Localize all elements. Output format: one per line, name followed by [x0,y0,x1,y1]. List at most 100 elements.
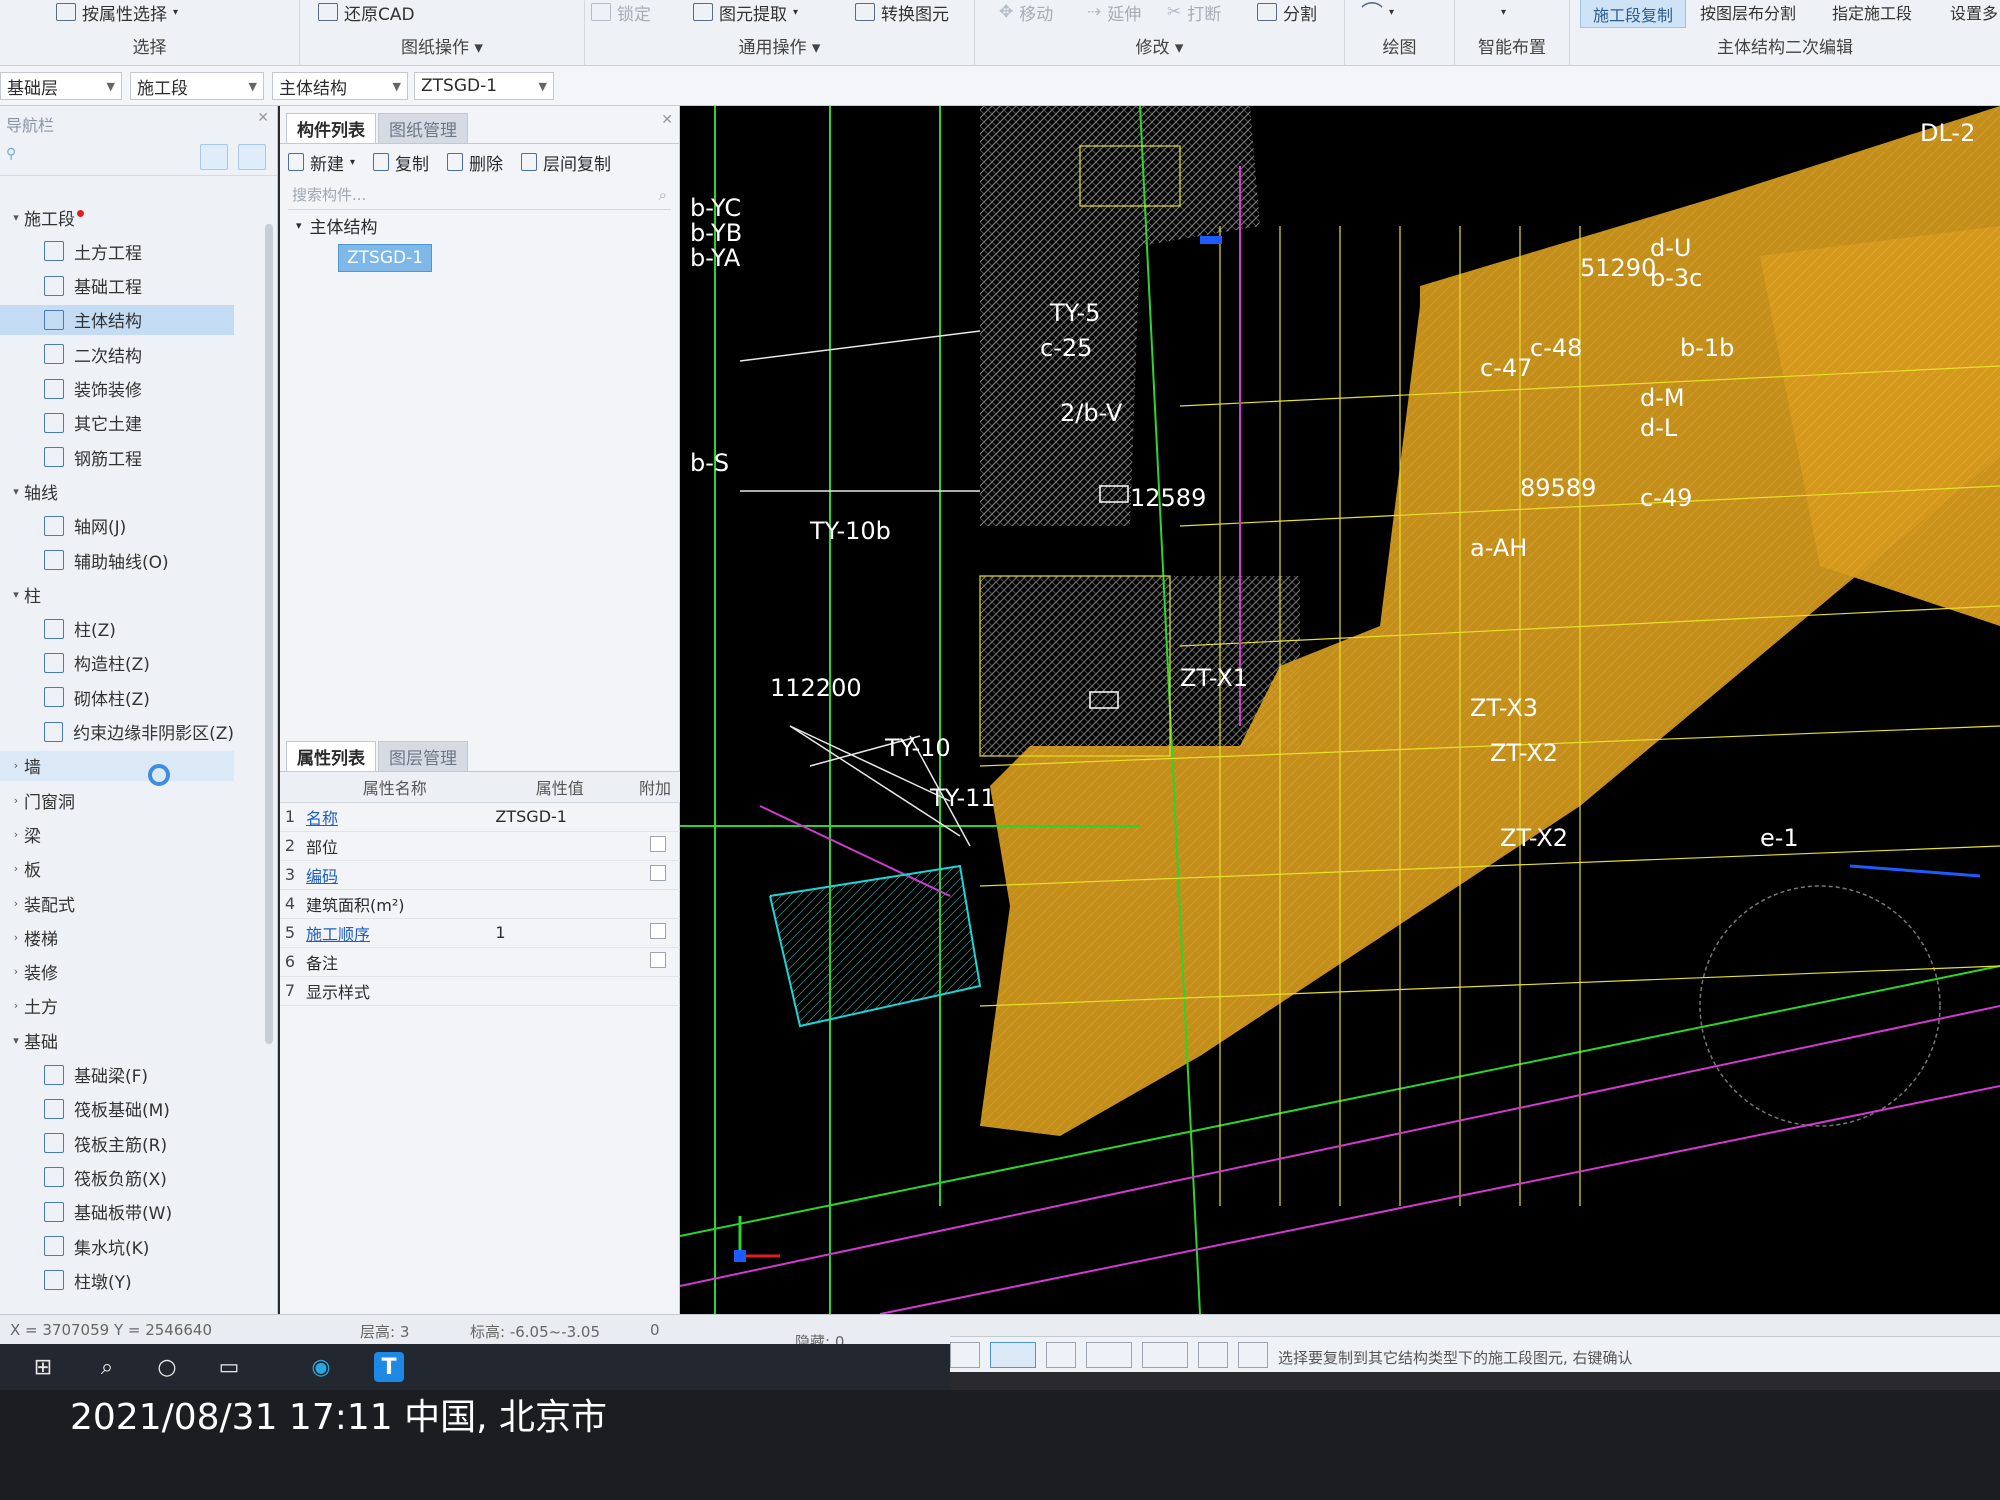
category-select[interactable]: 施工段 ▼ [130,72,264,100]
nav-item[interactable]: 辅助轴线(O) [0,545,234,575]
chevron-right-icon[interactable]: › [8,862,24,875]
nav-item[interactable]: 约束边缘非阴影区(Z) [0,717,234,747]
nav-item[interactable]: ▾ 柱 [0,579,234,609]
property-name[interactable]: 施工顺序 [300,918,490,948]
table-row[interactable]: 3 编码 [280,860,680,890]
nav-item[interactable]: ▾ 轴线 [0,476,234,506]
table-row[interactable]: 1 名称 ZTSGD-1 [280,802,680,832]
arc-draw-button[interactable]: ⌒ ▾ [1361,0,1394,27]
property-value[interactable] [489,831,630,861]
nav-item[interactable]: 柱墩(Y) [0,1265,234,1295]
ribbon-group-caption[interactable]: 通用操作 ▾ [585,33,974,58]
extend-button[interactable]: ⇢ 延伸 [1087,0,1141,25]
nav-item[interactable]: 钢筋工程 [0,442,234,472]
checkbox[interactable] [650,835,666,852]
detail-view-icon[interactable] [238,144,266,170]
table-row[interactable]: 5 施工顺序 1 [280,918,680,948]
cross-snap-icon[interactable] [1046,1342,1076,1368]
chevron-down-icon[interactable]: ▾ [8,211,24,224]
windows-start-icon[interactable]: ⊞ [28,1352,58,1382]
restore-cad-button[interactable]: 还原CAD [318,0,415,25]
nav-item[interactable]: › 装配式 [0,888,234,918]
property-name[interactable]: 名称 [300,802,490,832]
nav-item[interactable]: › 门窗洞 [0,785,234,815]
table-row[interactable]: 7 显示样式 [280,976,680,1006]
cortana-icon[interactable]: ○ [152,1352,182,1382]
component-group[interactable]: ▾ 主体结构 [280,210,679,240]
move-button[interactable]: ✥ 移动 [999,0,1053,25]
nav-item[interactable]: 基础板带(W) [0,1197,234,1227]
angle-snap-icon[interactable] [1086,1342,1132,1368]
ortho-toggle-icon[interactable] [950,1342,980,1368]
edge-browser-icon[interactable]: ◉ [306,1352,336,1382]
property-value[interactable]: ZTSGD-1 [489,802,630,832]
chevron-right-icon[interactable]: › [8,965,24,978]
ribbon-group-caption[interactable]: 修改 ▾ [975,33,1344,58]
nav-item[interactable]: 砌体柱(Z) [0,682,234,712]
table-row[interactable]: 2 部位 [280,831,680,861]
settings-button[interactable]: 设置多 [1950,0,1998,24]
table-row[interactable]: 4 建筑面积(m²) [280,889,680,919]
nav-item[interactable]: › 装修 [0,957,234,987]
floor-copy-button[interactable]: 层间复制 [521,150,611,175]
lock-button[interactable]: 锁定 [591,0,651,25]
nav-item[interactable]: 土方工程 [0,236,234,266]
task-view-icon[interactable]: ▭ [214,1352,244,1382]
glodon-app-icon[interactable]: T [374,1352,404,1382]
nav-item[interactable]: 其它土建 [0,408,234,438]
chevron-right-icon[interactable]: › [8,897,24,910]
cad-canvas[interactable]: TY-5 c-25 2/b-V TY-10b ZT-X1 ZT-X3 ZT-X2 TY-10 T… [680,106,2000,1314]
tab-component-list[interactable]: 构件列表 [286,113,376,143]
nav-item[interactable]: › 楼梯 [0,922,234,952]
chevron-right-icon[interactable]: › [8,828,24,841]
snap-toggle-icon[interactable] [990,1342,1036,1368]
nav-item[interactable]: › 梁 [0,819,234,849]
split-button[interactable]: 分割 [1257,0,1317,25]
nav-item[interactable]: ▾ 基础 [0,1025,234,1055]
chevron-right-icon[interactable]: › [8,931,24,944]
property-value[interactable]: 1 [489,918,630,948]
ribbon-group-caption[interactable]: 图纸操作 ▾ [300,33,584,58]
close-icon[interactable]: ✕ [257,110,269,126]
offset-snap-icon[interactable] [1142,1342,1188,1368]
copy-button[interactable]: 复制 [373,150,429,175]
split-by-layer-button[interactable]: 按图层布分割 [1700,0,1796,24]
nav-item[interactable]: 轴网(J) [0,511,234,541]
nav-scrollbar[interactable] [265,224,273,1044]
nav-item[interactable]: 集水坑(K) [0,1231,234,1261]
tab-property-list[interactable]: 属性列表 [286,741,376,771]
nav-item[interactable]: › 墙 [0,750,234,781]
close-icon[interactable]: ✕ [661,112,673,128]
assign-section-button[interactable]: 指定施工段 [1832,0,1912,24]
new-button[interactable]: 新建 ▾ [288,150,355,175]
nav-item[interactable]: 构造柱(Z) [0,648,234,678]
checkbox[interactable] [650,951,666,968]
copy-construction-section-button[interactable]: 施工段复制 [1580,0,1687,28]
component-item-selected[interactable]: ZTSGD-1 [338,244,433,272]
property-value[interactable] [489,947,630,977]
chevron-right-icon[interactable]: › [8,794,24,807]
nav-item[interactable]: › 板 [0,854,234,884]
chevron-down-icon[interactable]: ▾ [8,1034,24,1047]
nav-item[interactable]: 主体结构 [0,304,234,335]
component-search[interactable]: 搜索构件... ⌕ [288,180,671,210]
search-input[interactable]: 搜索构件... [292,184,366,205]
pin-icon[interactable]: ⚲ [6,146,16,162]
dynamic-input-icon[interactable] [1198,1342,1228,1368]
type-select[interactable]: 主体结构 ▼ [272,72,408,100]
checkbox[interactable] [650,864,666,881]
table-row[interactable]: 6 备注 [280,947,680,977]
nav-item[interactable]: 筏板基础(M) [0,1094,234,1124]
select-by-attribute-button[interactable]: 按属性选择 ▾ [56,0,178,25]
component-select[interactable]: ZTSGD-1 ▼ [414,72,554,100]
smart-layout-button[interactable]: ▾ [1501,0,1506,24]
chevron-right-icon[interactable]: › [8,759,24,772]
nav-item[interactable]: 二次结构 [0,339,234,369]
nav-item[interactable]: 柱(Z) [0,614,234,644]
nav-item[interactable]: › 土方 [0,991,234,1021]
search-icon[interactable]: ⌕ [92,1352,122,1382]
nav-item[interactable]: 基础梁(F) [0,1060,234,1090]
arc-snap-icon[interactable] [1238,1342,1268,1368]
extract-element-button[interactable]: 图元提取 ▾ [693,0,798,25]
chevron-right-icon[interactable]: › [8,999,24,1012]
